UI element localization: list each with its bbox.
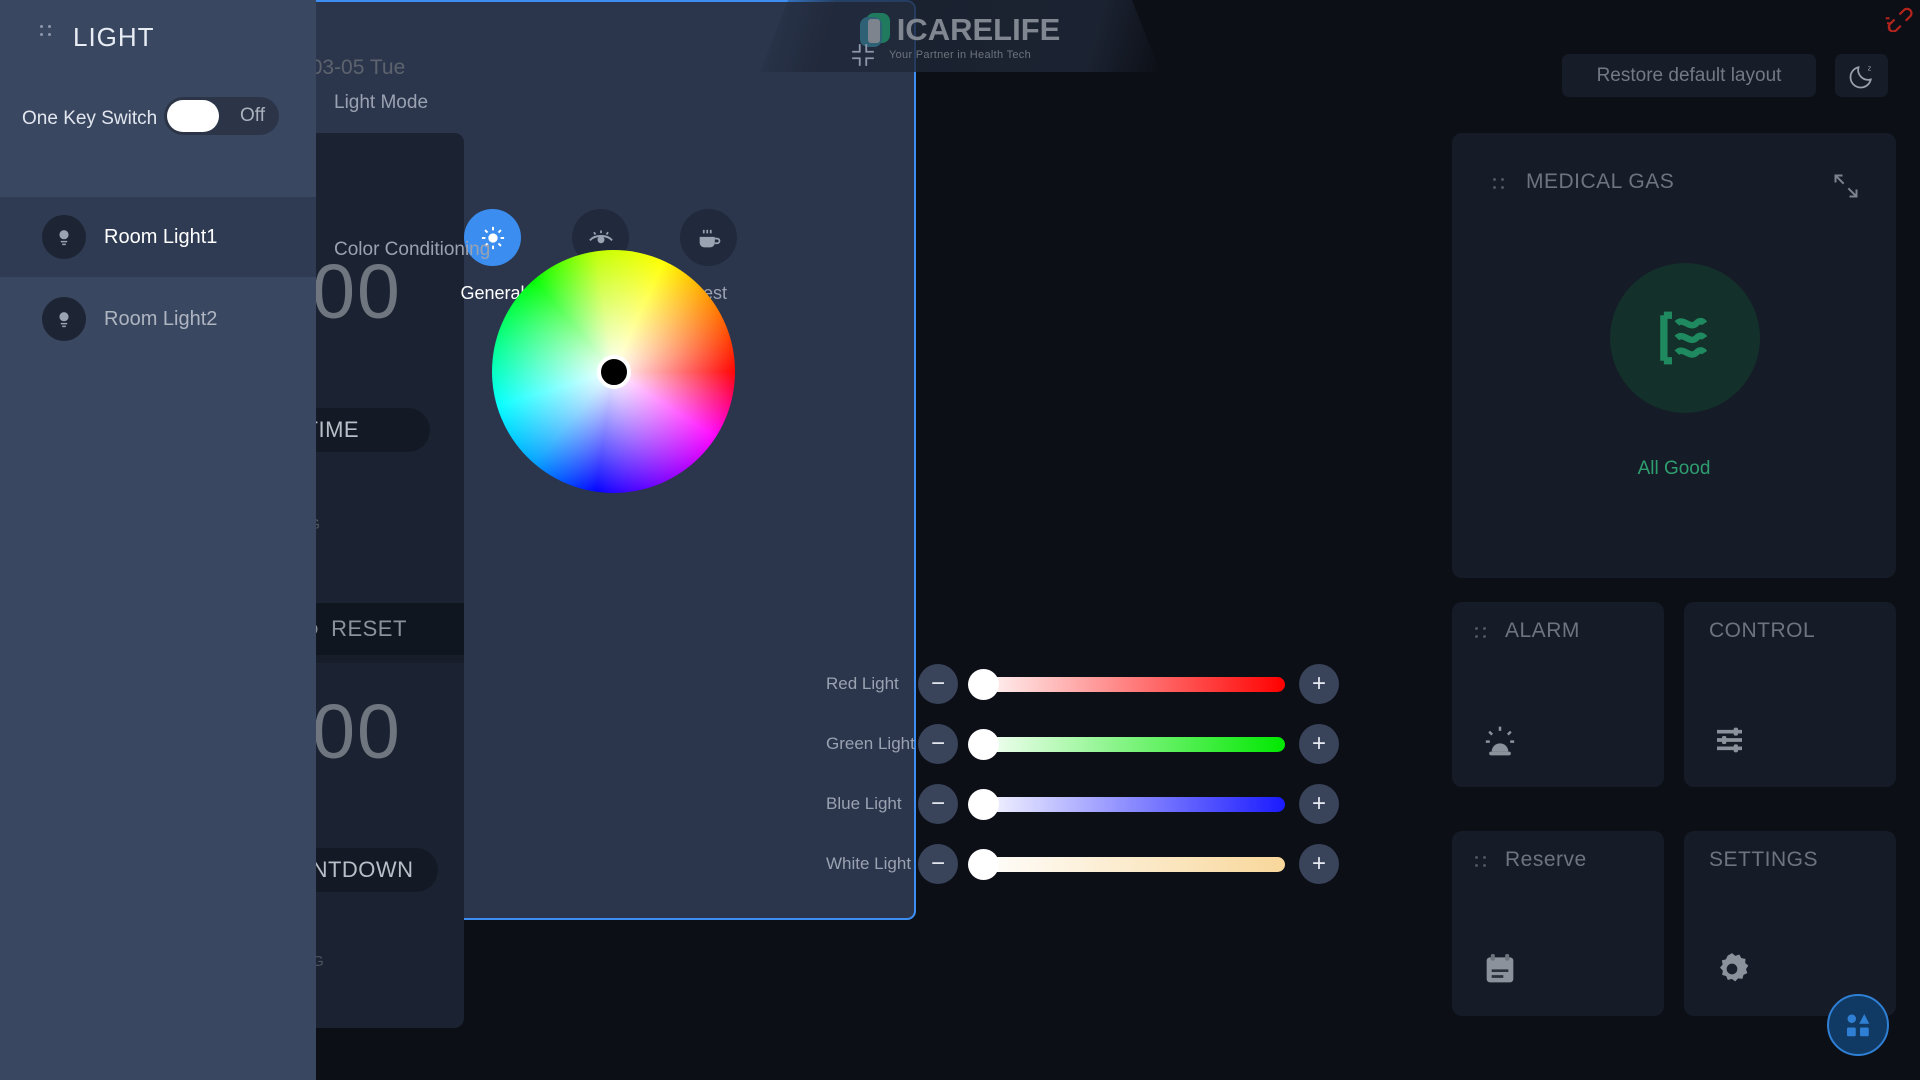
restore-label: Restore default layout	[1596, 64, 1782, 86]
brand-logo: ICARELIFE Your Partner in Health Tech	[760, 0, 1160, 72]
settings-tile[interactable]: SETTINGS	[1684, 831, 1896, 1016]
color-wheel[interactable]	[492, 250, 735, 493]
expand-icon[interactable]	[1832, 172, 1860, 200]
alarm-title: ALARM	[1505, 619, 1580, 642]
light-name: Room Light1	[104, 225, 218, 248]
bulb-icon	[42, 215, 86, 259]
color-wheel-selector[interactable]	[597, 355, 631, 389]
slider-label: Red Light	[826, 674, 899, 693]
medical-gas-panel: MEDICAL GAS All Good	[1452, 133, 1896, 578]
color-conditioning-label: Color Conditioning	[334, 239, 491, 260]
slider-row-white-light: White Light − +	[826, 843, 1339, 885]
sleep-mode-button[interactable]: z	[1835, 54, 1888, 97]
eye-icon	[588, 230, 613, 243]
light-list-item-room-light2[interactable]: Room Light2	[0, 279, 316, 359]
light-name: Room Light2	[104, 307, 218, 330]
svg-text:z: z	[1867, 63, 1871, 72]
restore-default-layout-button[interactable]: Restore default layout	[1562, 54, 1816, 97]
link-broken-icon[interactable]	[1880, 2, 1914, 33]
logo-tagline: Your Partner in Health Tech	[888, 48, 1032, 61]
reserve-tile[interactable]: Reserve	[1452, 831, 1664, 1016]
gear-icon	[1712, 949, 1752, 994]
moon-z-icon: z	[1849, 63, 1872, 88]
coffee-cup-icon	[699, 229, 720, 247]
alarm-tile[interactable]: ALARM	[1452, 602, 1664, 787]
light-mode-label: Light Mode	[334, 92, 429, 113]
control-title: CONTROL	[1709, 619, 1816, 642]
slider-row-blue-light: Blue Light − +	[826, 783, 1339, 825]
drag-handle[interactable]	[1493, 178, 1507, 192]
drag-handle[interactable]	[40, 25, 54, 39]
light-mode-rest-button[interactable]	[680, 209, 737, 266]
medical-gas-status: All Good	[1637, 458, 1711, 479]
reserve-title: Reserve	[1505, 848, 1587, 871]
widgets-icon	[1847, 1014, 1870, 1037]
control-tile[interactable]: CONTROL	[1684, 602, 1896, 787]
drag-handle[interactable]	[1475, 627, 1489, 641]
slider-label: Green Light	[826, 734, 915, 753]
light-panel-title: LIGHT	[73, 22, 155, 52]
operation-reset-label: RESET	[331, 616, 407, 641]
siren-icon	[1480, 720, 1520, 765]
logo-wordmark: ICARELIFE	[896, 11, 1061, 47]
collapse-icon[interactable]	[850, 42, 876, 68]
medical-gas-title: MEDICAL GAS	[1526, 170, 1675, 193]
one-key-switch-state: Off	[240, 105, 265, 126]
one-key-switch-toggle[interactable]: Off	[164, 97, 279, 135]
clipboard-icon	[1480, 949, 1520, 994]
gas-flow-icon	[1610, 263, 1760, 413]
widgets-fab-button[interactable]	[1827, 994, 1889, 1056]
slider-label: White Light	[826, 854, 912, 873]
slider-label: Blue Light	[826, 794, 902, 813]
light-list-item-room-light1[interactable]: Room Light1	[0, 197, 316, 277]
slider-row-green-light: Green Light − +	[826, 723, 1339, 765]
settings-title: SETTINGS	[1709, 848, 1819, 871]
sliders-icon	[1712, 720, 1752, 765]
drag-handle[interactable]	[1475, 856, 1489, 870]
bulb-icon	[42, 297, 86, 341]
toggle-knob	[167, 100, 219, 132]
slider-row-red-light: Red Light − +	[826, 663, 1339, 705]
one-key-switch-label: One Key Switch	[22, 108, 158, 129]
